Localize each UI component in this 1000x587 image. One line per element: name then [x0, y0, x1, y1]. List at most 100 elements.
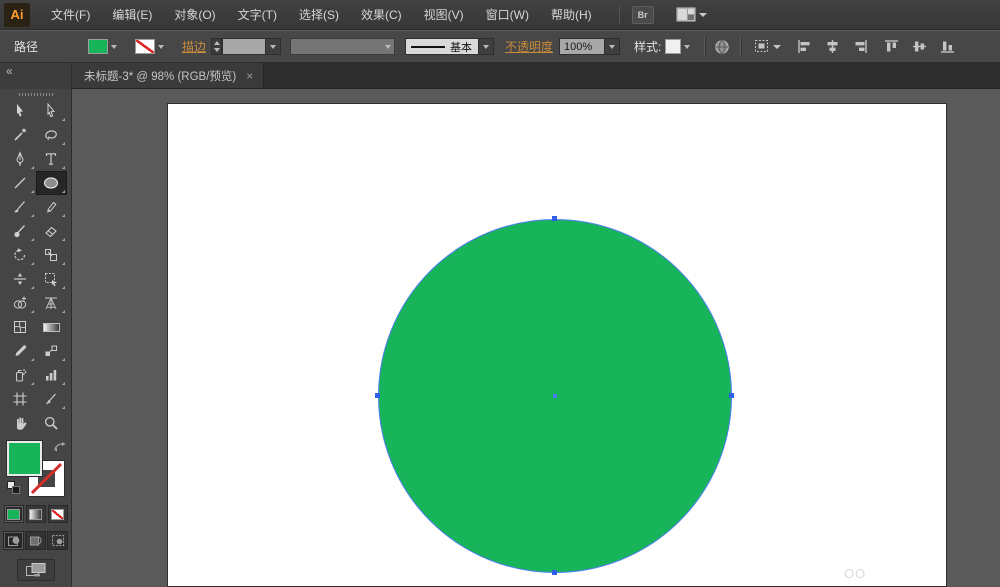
ellipse-tool[interactable]	[35, 171, 67, 195]
blend-tool[interactable]	[36, 339, 67, 363]
stroke-none-swatch[interactable]	[135, 39, 156, 54]
fill-swatch[interactable]	[6, 441, 42, 476]
opacity-dropdown[interactable]	[605, 38, 621, 55]
align-center-horizontal-button[interactable]	[825, 39, 840, 54]
magic-wand-tool[interactable]	[5, 123, 36, 147]
stroke-weight-input[interactable]	[222, 38, 267, 55]
rotate-tool-icon	[14, 248, 26, 261]
anchor-point-top[interactable]	[552, 216, 557, 221]
align-left-button[interactable]	[797, 39, 812, 54]
eraser-tool[interactable]	[36, 219, 67, 243]
draw-normal-button[interactable]	[3, 531, 24, 550]
width-profile-dropdown[interactable]	[290, 38, 396, 55]
chevron-down-icon	[609, 44, 616, 49]
column-graph-tool[interactable]	[36, 363, 67, 387]
brush-definition-caret[interactable]	[479, 38, 495, 55]
arrange-documents-button[interactable]	[676, 7, 707, 22]
change-screen-mode-button[interactable]	[16, 559, 55, 581]
brush-stroke-preview	[411, 45, 446, 48]
color-button[interactable]	[3, 505, 24, 523]
menu-file[interactable]: 文件(F)	[40, 0, 101, 30]
opacity-panel-link[interactable]: 不透明度	[505, 38, 553, 55]
pencil-tool[interactable]	[36, 195, 67, 219]
style-swatch[interactable]	[665, 39, 682, 54]
menu-select[interactable]: 选择(S)	[288, 0, 350, 30]
zoom-tool[interactable]	[36, 411, 67, 435]
none-button[interactable]	[47, 505, 68, 523]
canvas-area[interactable]: OO	[72, 89, 1000, 587]
perspective-grid-tool[interactable]	[36, 291, 67, 315]
align-to-dropdown[interactable]	[754, 39, 782, 54]
tab-close-icon[interactable]: ×	[246, 70, 253, 82]
stroke-weight-dropdown[interactable]	[266, 38, 282, 55]
draw-inside-button[interactable]	[47, 531, 68, 550]
fill-color-swatch[interactable]	[88, 39, 109, 54]
panel-grip-handle[interactable]	[18, 93, 53, 96]
default-fill-stroke-icon[interactable]	[6, 481, 21, 495]
blob-brush-tool[interactable]	[5, 219, 36, 243]
eyedropper-tool[interactable]	[5, 339, 36, 363]
symbol-sprayer-tool[interactable]	[5, 363, 36, 387]
stepper-up-icon[interactable]	[213, 41, 220, 46]
chevron-down-icon	[111, 44, 118, 49]
chevron-down-icon	[483, 44, 490, 49]
control-bar: 路径 描边 基本 不透明度 100% 样式:	[0, 30, 1000, 63]
tools-panel-collapse-button[interactable]: «	[0, 63, 72, 89]
hand-tool[interactable]	[5, 411, 36, 435]
stroke-weight-stepper[interactable]	[211, 38, 223, 55]
shape-builder-tool[interactable]	[5, 291, 36, 315]
swap-fill-stroke-icon[interactable]	[53, 441, 67, 453]
opacity-input[interactable]: 100%	[559, 38, 606, 55]
align-top-button[interactable]	[884, 39, 899, 54]
menu-type[interactable]: 文字(T)	[227, 0, 288, 30]
free-transform-tool[interactable]	[36, 267, 67, 291]
type-tool[interactable]	[36, 147, 67, 171]
menu-object[interactable]: 对象(O)	[163, 0, 226, 30]
menu-window[interactable]: 窗口(W)	[475, 0, 540, 30]
center-point[interactable]	[553, 394, 557, 398]
menu-help[interactable]: 帮助(H)	[540, 0, 603, 30]
rotate-tool[interactable]	[5, 243, 36, 267]
fill-color-dropdown[interactable]	[88, 39, 118, 54]
align-top-icon	[885, 40, 899, 52]
perspective-grid-tool-icon	[45, 297, 57, 310]
style-dropdown[interactable]	[665, 39, 691, 54]
document-setup-button[interactable]	[714, 39, 730, 55]
stroke-color-dropdown[interactable]	[135, 39, 165, 54]
gradient-tool[interactable]	[36, 315, 67, 339]
stroke-panel-link[interactable]: 描边	[182, 38, 206, 55]
anchor-point-bottom[interactable]	[552, 570, 557, 575]
gradient-tool-icon	[42, 322, 60, 332]
chevron-down-icon	[158, 44, 165, 49]
drawing-mode-buttons	[3, 531, 68, 550]
width-tool[interactable]	[5, 267, 36, 291]
anchor-point-left[interactable]	[375, 393, 380, 398]
artboard-tool[interactable]	[5, 387, 36, 411]
menu-view[interactable]: 视图(V)	[413, 0, 475, 30]
selection-type-label: 路径	[14, 40, 39, 54]
line-segment-tool[interactable]	[5, 171, 36, 195]
menu-effect[interactable]: 效果(C)	[350, 0, 413, 30]
menu-edit[interactable]: 编辑(E)	[101, 0, 163, 30]
align-bottom-icon	[941, 41, 955, 53]
mesh-tool[interactable]	[5, 315, 36, 339]
controlbar-separator	[740, 36, 742, 57]
align-right-button[interactable]	[853, 39, 868, 54]
slice-tool[interactable]	[36, 387, 67, 411]
pen-tool[interactable]	[5, 147, 36, 171]
direct-selection-tool[interactable]	[36, 99, 67, 123]
blend-tool-icon	[45, 345, 57, 356]
align-bottom-button[interactable]	[940, 39, 955, 54]
anchor-point-right[interactable]	[729, 393, 734, 398]
selection-tool[interactable]	[5, 99, 36, 123]
align-center-vertical-button[interactable]	[912, 39, 927, 54]
go-to-bridge-button[interactable]: Br	[631, 5, 654, 24]
scale-tool[interactable]	[36, 243, 67, 267]
paintbrush-tool[interactable]	[5, 195, 36, 219]
document-tab[interactable]: 未标题-3* @ 98% (RGB/预览) ×	[72, 63, 265, 88]
brush-definition-dropdown[interactable]: 基本	[405, 38, 480, 55]
draw-behind-button[interactable]	[25, 531, 46, 550]
gradient-button[interactable]	[25, 505, 46, 523]
lasso-tool[interactable]	[36, 123, 67, 147]
stepper-down-icon[interactable]	[213, 47, 220, 52]
